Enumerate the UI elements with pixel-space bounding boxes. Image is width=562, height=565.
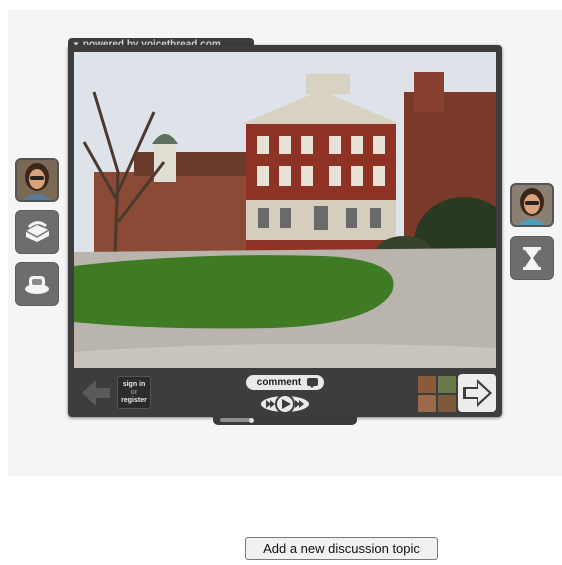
sign-in-label: sign in bbox=[122, 381, 146, 388]
previous-slide-icon[interactable] bbox=[78, 376, 114, 410]
thumbnail[interactable] bbox=[418, 395, 436, 412]
timeline-progress bbox=[220, 418, 252, 422]
sign-in-register-button[interactable]: sign in or register bbox=[117, 376, 151, 409]
commenter-avatar-right[interactable] bbox=[510, 183, 554, 227]
next-arrow-icon bbox=[463, 379, 492, 407]
slide-photo bbox=[74, 52, 496, 368]
comment-bubble-icon bbox=[307, 378, 318, 388]
play-icon[interactable] bbox=[275, 394, 295, 414]
comment-label: comment bbox=[256, 377, 302, 388]
thumbnail[interactable] bbox=[418, 376, 436, 393]
add-discussion-topic-button[interactable]: Add a new discussion topic bbox=[245, 537, 438, 560]
phone-icon bbox=[25, 221, 50, 242]
commenter-avatar-left[interactable] bbox=[15, 158, 59, 202]
next-slide-button[interactable] bbox=[458, 374, 496, 412]
avatar-woman-icon bbox=[512, 185, 552, 225]
phone-comment-button[interactable] bbox=[15, 210, 59, 254]
thumbnail[interactable] bbox=[438, 376, 456, 393]
or-label: or bbox=[130, 389, 138, 396]
timeline-knob[interactable] bbox=[249, 418, 254, 423]
playback-controls bbox=[261, 394, 309, 414]
avatar-woman-icon bbox=[17, 160, 57, 200]
hourglass-button[interactable] bbox=[510, 236, 554, 280]
webcam-comment-button[interactable] bbox=[15, 262, 59, 306]
slide-thumbnails[interactable] bbox=[418, 376, 456, 412]
hourglass-icon bbox=[523, 247, 541, 270]
thumbnail[interactable] bbox=[438, 395, 456, 412]
register-label: register bbox=[121, 397, 147, 404]
webcam-icon bbox=[25, 276, 49, 294]
